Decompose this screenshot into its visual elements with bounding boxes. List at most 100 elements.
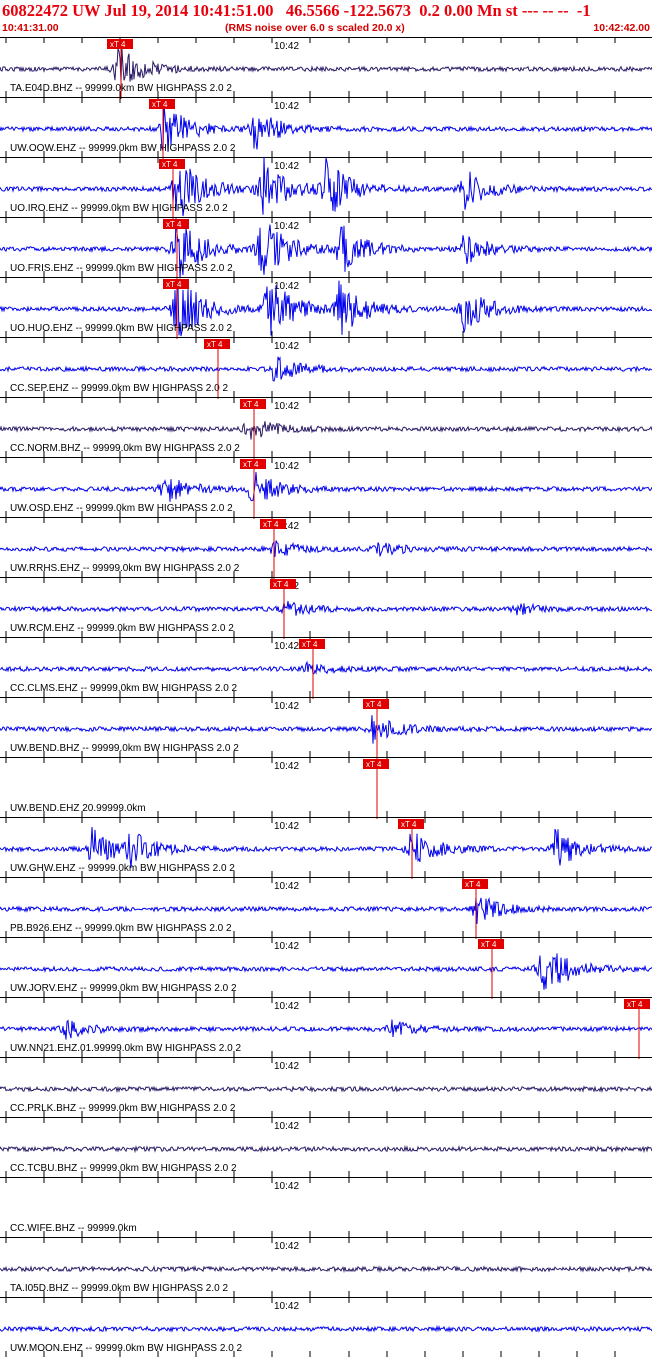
minute-label: 10:42 bbox=[274, 221, 299, 232]
pick-label: xT 4 bbox=[401, 820, 417, 829]
pick-label: xT 4 bbox=[162, 160, 178, 169]
minute-label: 10:42 bbox=[274, 1061, 299, 1072]
pick-label: xT 4 bbox=[243, 460, 259, 469]
minute-label: 10:42 bbox=[274, 941, 299, 952]
trace-panel: 10:42 PB.B926.EHZ -- 99999.0km BW HIGHPAS… bbox=[0, 877, 652, 939]
minute-label: 10:42 bbox=[274, 881, 299, 892]
station-label: UW.OOW.EHZ -- 99999.0km BW HIGHPASS 2.0 … bbox=[10, 143, 236, 154]
station-label: UO.IRO.EHZ -- 99999.0km BW HIGHPASS 2.0 … bbox=[10, 203, 228, 214]
pick-label: xT 4 bbox=[263, 520, 279, 529]
trace-panel: 10:42 UO.HUO.EHZ -- 99999.0km BW HIGHPASS… bbox=[0, 277, 652, 339]
station-label: TA.I05D.BHZ -- 99999.0km BW HIGHPASS 2.0… bbox=[10, 1283, 228, 1294]
minute-label: 10:42 bbox=[274, 1181, 299, 1192]
seismogram-panel: 10:42TA.E04D.BHZ -- 99999.0km BW HIGHPAS… bbox=[0, 37, 652, 1357]
trace-panel: 10:42 CC.PRLK.BHZ -- 99999.0km BW HIGHPAS… bbox=[0, 1057, 652, 1117]
station-label: UW.OSD.EHZ -- 99999.0km BW HIGHPASS 2.0 … bbox=[10, 503, 233, 514]
minute-label: 10:42 bbox=[274, 1121, 299, 1132]
waveform bbox=[0, 421, 652, 440]
pick-label: xT 4 bbox=[465, 880, 481, 889]
station-label: CC.TCBU.BHZ -- 99999.0km BW HIGHPASS 2.0… bbox=[10, 1163, 237, 1174]
minute-label: 10:42 bbox=[274, 821, 299, 832]
minute-label: 10:42 bbox=[274, 1001, 299, 1012]
station-label: CC.PRLK.BHZ -- 99999.0km BW HIGHPASS 2.0… bbox=[10, 1103, 236, 1114]
trace-panel: 10:42 UW.GHW.EHZ -- 99999.0km BW HIGHPASS… bbox=[0, 817, 652, 879]
trace-panel: 10:42 UW.OOW.EHZ -- 99999.0km BW HIGHPASS… bbox=[0, 97, 652, 159]
trace-panel: 10:42 UO.IRO.EHZ -- 99999.0km BW HIGHPASS… bbox=[0, 156, 652, 219]
pick-label: xT 4 bbox=[481, 940, 497, 949]
minute-label: 10:42 bbox=[274, 761, 299, 772]
station-label: CC.CLMS.EHZ -- 99999.0km BW HIGHPASS 2.0… bbox=[10, 683, 238, 694]
pick-label: xT 4 bbox=[302, 640, 318, 649]
trace-panel: 10:42 UW.BEND.BHZ -- 99999.0km BW HIGHPAS… bbox=[0, 697, 652, 759]
trace-panel: 10:42 UW.MOON.EHZ -- 99999.0km BW HIGHPAS… bbox=[0, 1297, 652, 1357]
pick-label: xT 4 bbox=[207, 340, 223, 349]
pick-label: xT 4 bbox=[366, 700, 382, 709]
waveform bbox=[0, 472, 652, 502]
trace-panel: 10:42 TA.I05D.BHZ -- 99999.0km BW HIGHPAS… bbox=[0, 1237, 652, 1297]
station-label: UO.FRIS.EHZ -- 99999.0km BW HIGHPASS 2.0… bbox=[10, 263, 233, 274]
waveform bbox=[0, 896, 652, 924]
waveform bbox=[0, 660, 652, 675]
pick-label: xT 4 bbox=[366, 760, 382, 769]
trace-panel: 10:42 CC.CLMS.EHZ -- 99999.0km BW HIGHPAS… bbox=[0, 637, 652, 699]
station-label: UW.BEND.BHZ -- 99999.0km BW HIGHPASS 2.0… bbox=[10, 743, 239, 754]
trace-panel: 10:42 CC.SEP.EHZ -- 99999.0km BW HIGHPASS… bbox=[0, 337, 652, 399]
minute-label: 10:42 bbox=[274, 341, 299, 352]
trace-panel: 10:42 UW.BEND.EHZ 20.99999.0km xT 4 bbox=[0, 757, 652, 819]
pick-label: xT 4 bbox=[152, 100, 168, 109]
waveform bbox=[0, 1085, 652, 1094]
station-label: UW.NN21.EHZ.01.99999.0km BW HIGHPASS 2.0… bbox=[10, 1043, 241, 1054]
trace-panel: 10:42 CC.WIFE.BHZ -- 99999.0km bbox=[0, 1177, 652, 1237]
pick-label: xT 4 bbox=[110, 40, 126, 49]
station-label: CC.NORM.BHZ -- 99999.0km BW HIGHPASS 2.0… bbox=[10, 443, 240, 454]
minute-label: 10:42 bbox=[274, 101, 299, 112]
minute-label: 10:42 bbox=[274, 1241, 299, 1252]
pick-label: xT 4 bbox=[166, 280, 182, 289]
station-label: UW.RRHS.EHZ -- 99999.0km BW HIGHPASS 2.0… bbox=[10, 563, 240, 574]
station-label: UW.RCM.EHZ -- 99999.0km BW HIGHPASS 2.0 … bbox=[10, 623, 234, 634]
station-label: PB.B926.EHZ -- 99999.0km BW HIGHPASS 2.0… bbox=[10, 923, 232, 934]
waveform bbox=[0, 600, 652, 616]
trace-panel: 10:42 CC.NORM.BHZ -- 99999.0km BW HIGHPAS… bbox=[0, 397, 652, 459]
waveform bbox=[0, 1324, 652, 1333]
trace-panel: 10:42 CC.TCBU.BHZ -- 99999.0km BW HIGHPAS… bbox=[0, 1117, 652, 1177]
station-label: UW.BEND.EHZ 20.99999.0km bbox=[10, 803, 146, 814]
pick-label: xT 4 bbox=[166, 220, 182, 229]
trace-panel: 10:42 UW.OSD.EHZ -- 99999.0km BW HIGHPASS… bbox=[0, 457, 652, 519]
trace-panel: 10:42UW.RCM.EHZ -- 99999.0km BW HIGHPASS… bbox=[0, 577, 652, 639]
station-label: UW.MOON.EHZ -- 99999.0km BW HIGHPASS 2.0… bbox=[10, 1343, 243, 1354]
waveform bbox=[0, 715, 652, 744]
waveform bbox=[0, 48, 652, 82]
station-label: UW.JORV.EHZ -- 99999.0km BW HIGHPASS 2.0… bbox=[10, 983, 237, 994]
station-label: CC.SEP.EHZ -- 99999.0km BW HIGHPASS 2.0 … bbox=[10, 383, 228, 394]
minute-label: 10:42 bbox=[274, 401, 299, 412]
minute-label: 10:42 bbox=[274, 1301, 299, 1312]
scaling-note: (RMS noise over 6.0 s scaled 20.0 x) bbox=[225, 22, 405, 34]
trace-panel: 10:42 UW.NN21.EHZ.01.99999.0km BW HIGHPAS… bbox=[0, 997, 652, 1059]
time-start-label: 10:41:31.00 bbox=[2, 22, 59, 34]
event-title: 60822472 UW Jul 19, 2014 10:41:51.00 46.… bbox=[2, 1, 591, 20]
waveform bbox=[0, 356, 652, 382]
waveform bbox=[0, 1144, 652, 1154]
trace-panel: 10:42UW.RRHS.EHZ -- 99999.0km BW HIGHPAS… bbox=[0, 517, 652, 579]
waveform bbox=[0, 1265, 652, 1274]
minute-label: 10:42 bbox=[274, 281, 299, 292]
station-label: CC.WIFE.BHZ -- 99999.0km bbox=[10, 1223, 137, 1234]
station-label: UO.HUO.EHZ -- 99999.0km BW HIGHPASS 2.0 … bbox=[10, 323, 233, 334]
minute-label: 10:42 bbox=[274, 461, 299, 472]
minute-label: 10:42 bbox=[274, 41, 299, 52]
trace-panel: 10:42 UO.FRIS.EHZ -- 99999.0km BW HIGHPAS… bbox=[0, 217, 652, 279]
minute-label: 10:42 bbox=[274, 701, 299, 712]
waveform bbox=[0, 826, 652, 868]
minute-label: 10:42 bbox=[274, 641, 299, 652]
trace-panel: 10:42 UW.JORV.EHZ -- 99999.0km BW HIGHPAS… bbox=[0, 937, 652, 999]
waveform bbox=[0, 540, 652, 557]
minute-label: 10:42 bbox=[274, 161, 299, 172]
pick-label: xT 4 bbox=[627, 1000, 643, 1009]
pick-label: xT 4 bbox=[243, 400, 259, 409]
trace-panel: 10:42TA.E04D.BHZ -- 99999.0km BW HIGHPAS… bbox=[0, 37, 652, 99]
header-bar: 60822472 UW Jul 19, 2014 10:41:51.00 46.… bbox=[0, 0, 652, 36]
pick-label: xT 4 bbox=[273, 580, 289, 589]
waveform bbox=[0, 1019, 652, 1040]
station-label: UW.GHW.EHZ -- 99999.0km BW HIGHPASS 2.0 … bbox=[10, 863, 235, 874]
